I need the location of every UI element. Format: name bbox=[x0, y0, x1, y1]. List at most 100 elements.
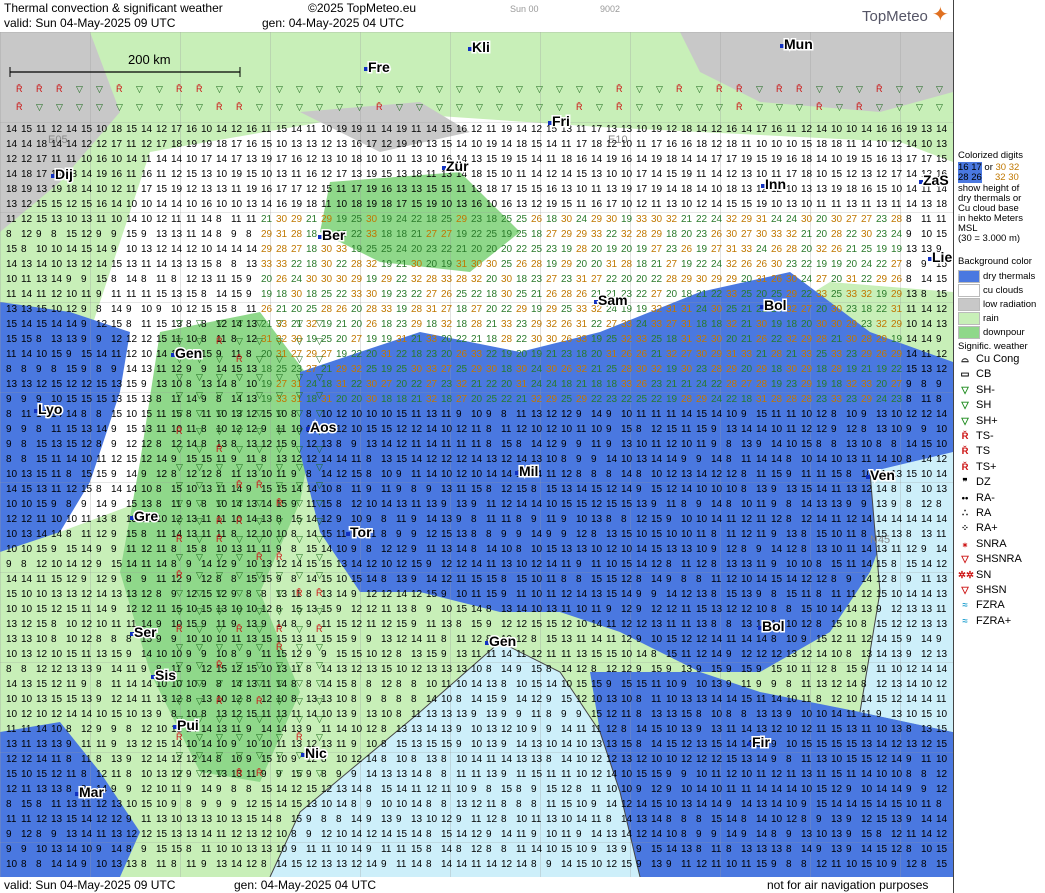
thermal-digit: 11 bbox=[651, 694, 662, 705]
thermal-digit: 9 bbox=[111, 529, 117, 540]
thermal-digit: 8 bbox=[831, 664, 837, 675]
thermal-digit: 9 bbox=[576, 709, 582, 720]
thermal-digit: 12 bbox=[141, 784, 153, 795]
thermal-digit: 19 bbox=[621, 184, 633, 195]
thermal-digit: 8 bbox=[681, 829, 687, 840]
thunder-icon: Ř bbox=[256, 480, 263, 490]
thermal-digit: 11 bbox=[126, 184, 137, 195]
city-label: Lie bbox=[932, 249, 952, 265]
shower-icon: ▽ bbox=[56, 102, 63, 112]
thermal-digit: 9 bbox=[66, 274, 72, 285]
thermal-digit: 17 bbox=[396, 199, 408, 210]
shower-icon: ▽ bbox=[796, 102, 803, 112]
thermal-digit: 14 bbox=[21, 289, 33, 300]
thermal-digit: 30 bbox=[501, 289, 513, 300]
thermal-digit: 12 bbox=[681, 589, 693, 600]
thermal-digit: 10 bbox=[786, 559, 798, 570]
thermal-digit: 30 bbox=[366, 289, 378, 300]
thermal-digit: 11 bbox=[591, 784, 602, 795]
thermal-digit: 12 bbox=[156, 214, 168, 225]
thermal-digit: 10 bbox=[6, 694, 18, 705]
thermal-digit: 9 bbox=[501, 769, 507, 780]
thermal-digit: 26 bbox=[561, 319, 573, 330]
shower-icon: ▽ bbox=[296, 678, 303, 688]
thermal-digit: 10 bbox=[681, 199, 693, 210]
thermal-digit: 9 bbox=[726, 649, 732, 660]
thermal-digit: 29 bbox=[801, 364, 813, 375]
thermal-digit: 15 bbox=[576, 169, 588, 180]
thermal-digit: 9 bbox=[906, 814, 912, 825]
thermal-digit: 18 bbox=[681, 289, 693, 300]
thermal-digit: 15 bbox=[666, 169, 678, 180]
thermal-digit: 9 bbox=[51, 499, 57, 510]
shower-icon: ▽ bbox=[216, 426, 223, 436]
thermal-digit: 12 bbox=[486, 814, 498, 825]
thermal-digit: 11 bbox=[81, 739, 92, 750]
thermal-digit: 12 bbox=[621, 634, 633, 645]
thermal-digit: 12 bbox=[51, 709, 63, 720]
thermal-digit: 11 bbox=[801, 679, 812, 690]
thermal-digit: 32 bbox=[621, 229, 633, 240]
thermal-digit: 9 bbox=[801, 799, 807, 810]
thermal-digit: 14 bbox=[921, 829, 933, 840]
thermal-digit: 11 bbox=[441, 679, 452, 690]
thermal-digit: 15 bbox=[531, 679, 543, 690]
thermal-digit: 13 bbox=[771, 844, 783, 855]
thermal-digit: 27 bbox=[381, 379, 393, 390]
thermal-digit: 10 bbox=[426, 154, 438, 165]
thermal-digit: 11 bbox=[126, 544, 137, 555]
thermal-digit: 16 bbox=[381, 184, 393, 195]
thermal-digit: 14 bbox=[876, 799, 888, 810]
thermal-digit: 13 bbox=[756, 844, 768, 855]
thermal-digit: 8 bbox=[816, 559, 822, 570]
thermal-digit: 18 bbox=[66, 184, 78, 195]
thermal-digit: 20 bbox=[486, 304, 498, 315]
thermal-digit: 14 bbox=[81, 814, 93, 825]
shower-icon: ▽ bbox=[196, 462, 203, 472]
thermal-digit: 13 bbox=[741, 844, 753, 855]
thermal-digit: 11 bbox=[111, 289, 122, 300]
thermal-digit: 15 bbox=[291, 814, 303, 825]
thermal-digit: 10 bbox=[831, 754, 843, 765]
thermal-digit: 12 bbox=[501, 619, 513, 630]
thermal-digit: 8 bbox=[381, 754, 387, 765]
shower-icon: ▽ bbox=[276, 372, 283, 382]
thermal-digit: 15 bbox=[621, 529, 633, 540]
shower-icon: ▽ bbox=[196, 534, 203, 544]
thermal-digit: 13 bbox=[66, 829, 78, 840]
thermal-digit: 11 bbox=[51, 799, 62, 810]
thermal-digit: 14 bbox=[501, 754, 513, 765]
thermal-digit: 10 bbox=[606, 169, 618, 180]
thermal-digit: 10 bbox=[771, 424, 783, 435]
thermal-digit: 20 bbox=[411, 244, 423, 255]
thermal-digit: 11 bbox=[576, 124, 587, 135]
thermal-digit: 13 bbox=[396, 169, 408, 180]
thermal-digit: 15 bbox=[651, 799, 663, 810]
thermal-digit: 8 bbox=[726, 619, 732, 630]
thermal-digit: 15 bbox=[36, 679, 48, 690]
thermal-digit: 12 bbox=[906, 619, 918, 630]
thermal-digit: 13 bbox=[861, 649, 873, 660]
thermal-digit: 13 bbox=[531, 409, 543, 420]
thermal-digit: 9 bbox=[306, 769, 312, 780]
forecast-map[interactable]: 200 km E05 E10 N45 14 15 11 12 14 15 10 18 15 14 1… bbox=[0, 32, 953, 877]
thermal-digit: 12 bbox=[51, 664, 63, 675]
thermal-digit: 9 bbox=[36, 229, 42, 240]
thermal-digit: 15 bbox=[351, 649, 363, 660]
thermal-digit: 10 bbox=[801, 199, 813, 210]
thermal-digit: 21 bbox=[456, 244, 468, 255]
thermal-digit: 12 bbox=[696, 754, 708, 765]
thermal-digit: 8 bbox=[786, 499, 792, 510]
thermal-digit: 8 bbox=[936, 799, 942, 810]
thermal-digit: 13 bbox=[366, 439, 378, 450]
thermal-digit: 11 bbox=[756, 559, 767, 570]
thermal-digit: 10 bbox=[576, 799, 588, 810]
thermal-digit: 16 bbox=[141, 169, 153, 180]
thermal-digit: 15 bbox=[51, 199, 63, 210]
thermal-digit: 8 bbox=[786, 514, 792, 525]
shower-icon: ▽ bbox=[176, 552, 183, 562]
thermal-digit: 11 bbox=[846, 769, 857, 780]
thermal-digit: 13 bbox=[186, 829, 198, 840]
thermal-digit: 9 bbox=[366, 844, 372, 855]
thermal-digit: 14 bbox=[711, 454, 723, 465]
